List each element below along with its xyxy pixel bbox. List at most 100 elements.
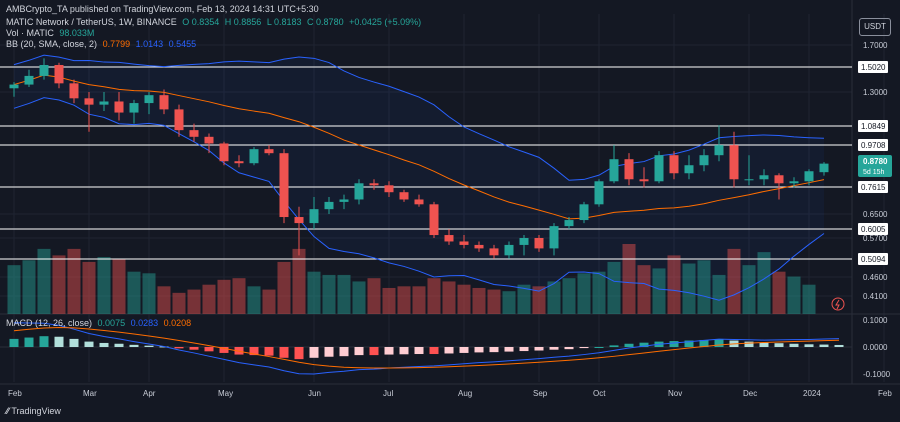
candle-body-10	[159, 95, 169, 110]
volume-bar-6	[97, 257, 111, 314]
candle-body-29	[444, 235, 454, 242]
macd-tick-0: 0.1000	[863, 316, 888, 325]
volume-bar-25	[382, 287, 396, 314]
chart-root: 1.5020 1.0849 0.9708 0.7615 0.6005 0.5094 1.7…	[0, 0, 900, 422]
candle-body-35	[534, 238, 544, 249]
volume-bar-24	[367, 278, 381, 314]
candle-body-2	[39, 65, 49, 76]
candle-body-36	[549, 226, 559, 249]
candle-body-49	[744, 179, 754, 181]
price-chart[interactable]: 1.5020 1.0849 0.9708 0.7615 0.6005 0.5094 1.7…	[0, 0, 900, 422]
symbol-name[interactable]: MATIC Network / TetherUS, 1W, BINANCE	[6, 17, 177, 27]
volume-bar-50	[757, 252, 771, 314]
macd-hist-bar-22	[339, 347, 349, 357]
candle-body-28	[429, 204, 439, 236]
time-tick-8: Oct	[593, 389, 606, 398]
macd-hist-bar-3	[54, 336, 64, 347]
currency-button[interactable]: USDT	[859, 18, 891, 36]
macd-hist-bar-6	[99, 342, 109, 347]
level-tag-label-0: 1.5020	[861, 63, 886, 72]
volume-bar-44	[667, 255, 681, 314]
candle-body-52	[789, 181, 799, 184]
candle-body-16	[249, 149, 259, 164]
volume-bar-41	[622, 244, 636, 314]
volume-bar-16	[247, 286, 261, 314]
volume-bar-46	[697, 260, 711, 314]
macd-hist-bar-34	[519, 347, 529, 352]
macd-hist-bar-21	[324, 347, 334, 357]
candle-body-8	[129, 103, 139, 113]
macd-hist-bar-52	[789, 343, 799, 347]
candle-body-31	[474, 244, 484, 249]
macd-hist-bar-35	[534, 347, 544, 351]
price-tick-3: 0.6500	[863, 210, 888, 219]
ohlc-low: L 0.8183	[266, 17, 302, 27]
time-tick-3: May	[218, 389, 233, 398]
volume-bar-22	[337, 274, 351, 314]
candle-body-42	[639, 179, 649, 182]
volume-bar-30	[457, 284, 471, 314]
time-tick-1: Mar	[83, 389, 97, 398]
macd-hist-bar-37	[564, 347, 574, 350]
macd-hist-bar-2	[39, 336, 49, 347]
macd-hist-bar-49	[744, 341, 754, 347]
macd-legend[interactable]: MACD (12, 26, close) 0.0075 0.0283 0.020…	[6, 318, 194, 328]
bb-legend-lower: 0.5455	[168, 39, 197, 49]
bb-legend[interactable]: BB (20, SMA, close, 2) 0.7799 1.0143 0.5…	[6, 39, 199, 49]
macd-hist-bar-55	[834, 344, 844, 347]
macd-hist-bar-27	[414, 347, 424, 355]
candle-body-48	[729, 145, 739, 180]
macd-legend-label: MACD (12, 26, close)	[6, 318, 93, 328]
volume-bar-33	[502, 291, 516, 314]
macd-hist-bar-40	[609, 345, 619, 347]
publisher-line: AMBCrypto_TA published on TradingView.co…	[6, 4, 319, 14]
candle-body-6	[99, 101, 109, 105]
volume-bar-27	[412, 286, 426, 314]
candle-body-21	[324, 201, 334, 210]
candle-body-0	[9, 84, 19, 89]
candle-body-14	[219, 143, 229, 162]
volume-bar-12	[187, 289, 201, 314]
level-tag-label-1: 1.0849	[861, 122, 886, 131]
macd-hist-bar-54	[819, 344, 829, 347]
volume-bar-23	[352, 281, 366, 314]
time-tick-5: Jul	[383, 389, 393, 398]
volume-bar-20	[307, 271, 321, 314]
volume-bar-17	[262, 289, 276, 314]
bb-legend-upper: 1.0143	[135, 39, 164, 49]
macd-tick-1: 0.0000	[863, 343, 888, 352]
volume-bar-11	[172, 292, 186, 314]
candle-body-38	[579, 204, 589, 221]
macd-hist-bar-17	[264, 347, 274, 356]
macd-hist-bar-29	[444, 347, 454, 354]
candle-body-50	[759, 175, 769, 180]
volume-bar-47	[712, 274, 726, 314]
macd-hist-bar-25	[384, 347, 394, 355]
price-tick-6: 0.4100	[863, 292, 888, 301]
macd-hist-bar-47	[714, 339, 724, 347]
candle-body-3	[54, 65, 64, 84]
volume-bar-0	[7, 265, 21, 314]
level-tag-3: 0.7615	[858, 181, 888, 193]
candle-body-45	[684, 165, 694, 174]
volume-bar-53	[802, 284, 816, 314]
macd-hist-bar-50	[759, 342, 769, 347]
volume-bar-38	[577, 273, 591, 314]
candle-body-5	[84, 98, 94, 105]
candle-body-46	[699, 155, 709, 166]
candle-body-15	[234, 161, 244, 164]
volume-legend[interactable]: Vol · MATIC 98.033M	[6, 28, 97, 38]
candle-body-43	[654, 155, 664, 182]
level-tag-label-4: 0.6005	[861, 225, 886, 234]
candle-body-25	[384, 185, 394, 193]
logo-mark-icon: ⁄⁄	[6, 406, 10, 416]
candle-body-32	[489, 248, 499, 256]
ohlc-close: C 0.8780	[307, 17, 344, 27]
time-tick-9: Nov	[668, 389, 682, 398]
macd-hist-bar-41	[624, 343, 634, 347]
level-tag-2: 0.9708	[858, 139, 888, 151]
price-tick-0: 1.7000	[863, 41, 888, 50]
volume-bar-45	[682, 263, 696, 314]
price-tick-4: 0.5700	[863, 234, 888, 243]
tradingview-logo[interactable]: ⁄⁄ TradingView	[6, 406, 61, 416]
